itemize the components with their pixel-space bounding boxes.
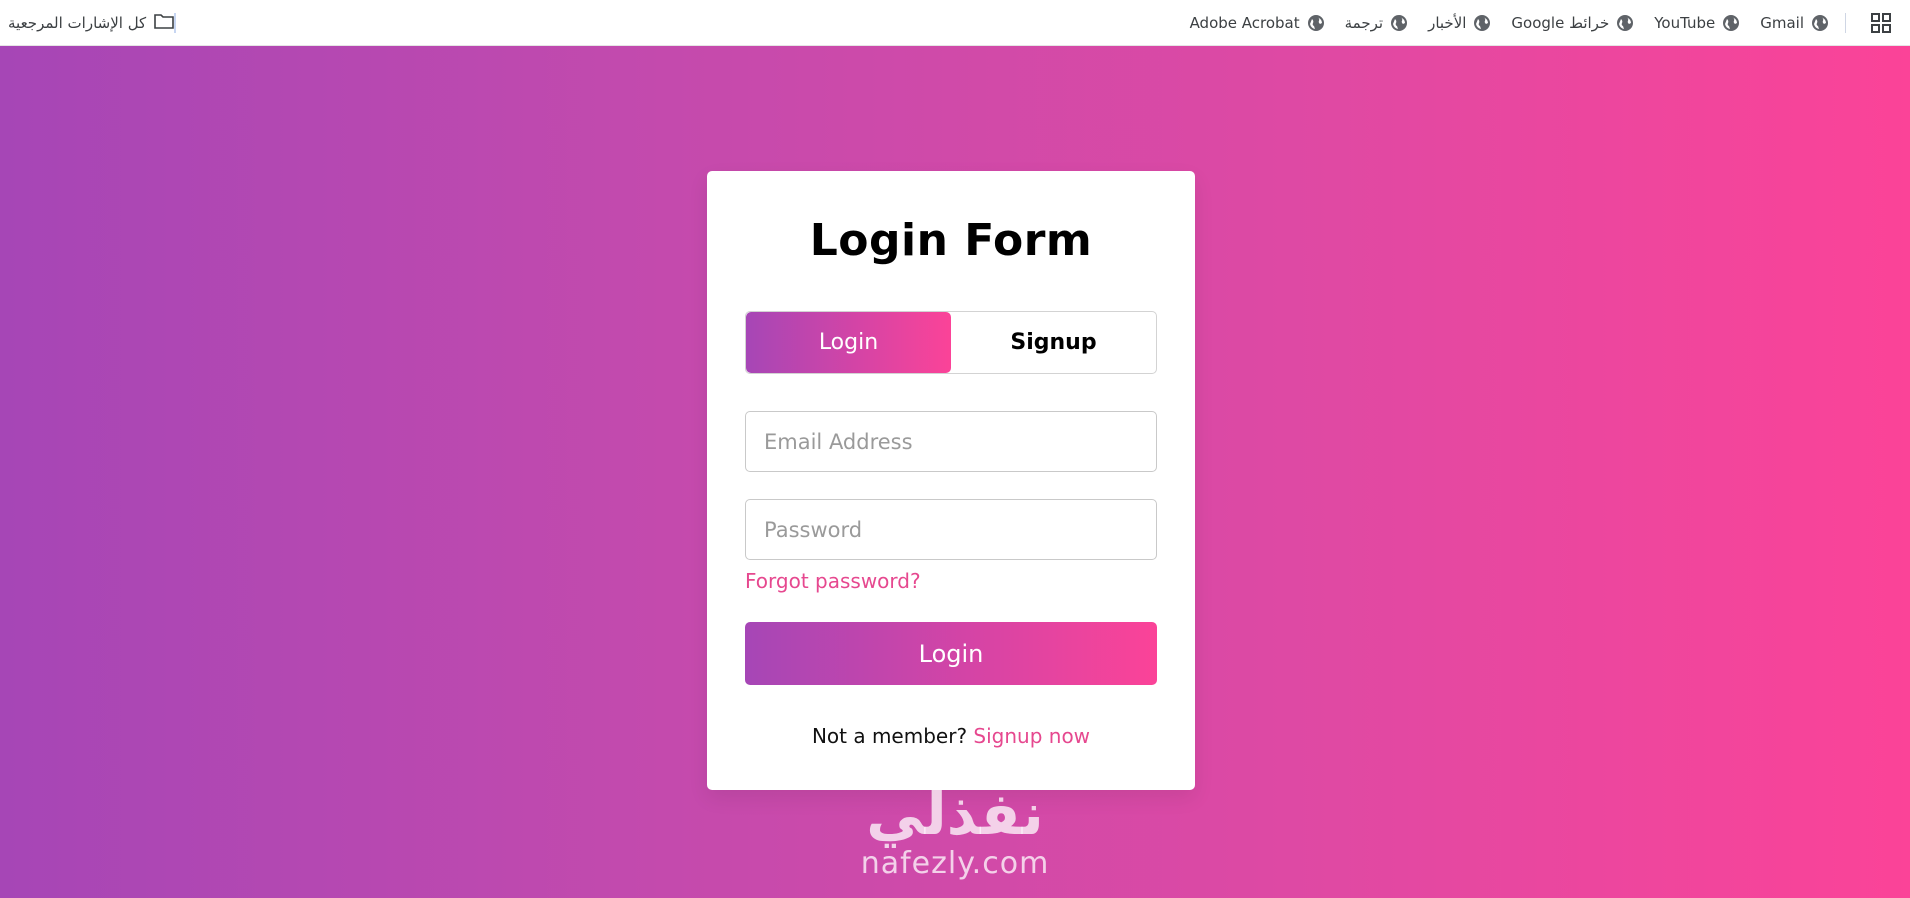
bookmark-news[interactable]: الأخبار xyxy=(1420,10,1499,36)
watermark-logo: نفذلي nafezly.com xyxy=(830,782,1080,898)
folder-icon xyxy=(154,13,175,33)
login-button[interactable]: Login xyxy=(745,622,1157,685)
signup-now-link[interactable]: Signup now xyxy=(973,724,1090,748)
bookmark-label: ترجمة xyxy=(1344,13,1384,32)
bookmarks-separator xyxy=(1845,12,1846,33)
globe-icon xyxy=(1473,14,1491,32)
globe-icon xyxy=(1811,14,1829,32)
bookmark-label: Gmail xyxy=(1760,13,1804,32)
forgot-password-link[interactable]: Forgot password? xyxy=(745,569,921,593)
bookmarks-separator-left xyxy=(174,12,177,33)
tab-signup[interactable]: Signup xyxy=(951,312,1156,373)
bookmark-adobe-acrobat[interactable]: Adobe Acrobat xyxy=(1182,10,1333,36)
bookmark-translate[interactable]: ترجمة xyxy=(1337,10,1416,36)
bookmark-label: Adobe Acrobat xyxy=(1189,13,1300,32)
bookmark-gmail[interactable]: Gmail xyxy=(1752,10,1837,36)
login-card: Login Form Login Signup Forgot password?… xyxy=(707,171,1195,790)
all-bookmarks-label: كل الإشارات المرجعية xyxy=(8,13,147,32)
globe-icon xyxy=(1307,14,1325,32)
form-tabs: Login Signup xyxy=(745,311,1157,374)
watermark-latin: nafezly.com xyxy=(860,846,1050,881)
globe-icon xyxy=(1722,14,1740,32)
signup-prompt: Not a member? Signup now xyxy=(707,724,1195,748)
bookmarks-bar: Gmail YouTube خرائط Google الأخبار ترجمة… xyxy=(0,0,1910,46)
bookmark-label: الأخبار xyxy=(1428,13,1467,32)
bookmark-label: YouTube xyxy=(1654,13,1716,32)
watermark-arabic: نفذلي xyxy=(866,780,1044,848)
signup-prompt-text: Not a member? xyxy=(811,724,974,748)
bookmark-youtube[interactable]: YouTube xyxy=(1646,10,1748,36)
apps-grid-icon[interactable] xyxy=(1868,10,1894,36)
tab-login[interactable]: Login xyxy=(746,312,951,373)
password-field[interactable] xyxy=(745,499,1157,560)
form-title: Login Form xyxy=(809,215,1093,266)
all-bookmarks-button[interactable]: كل الإشارات المرجعية xyxy=(8,13,175,33)
bookmark-label: خرائط Google xyxy=(1511,13,1610,32)
globe-icon xyxy=(1390,14,1408,32)
globe-icon xyxy=(1616,14,1634,32)
bookmark-google-maps[interactable]: خرائط Google xyxy=(1503,10,1642,36)
email-field[interactable] xyxy=(745,411,1157,472)
